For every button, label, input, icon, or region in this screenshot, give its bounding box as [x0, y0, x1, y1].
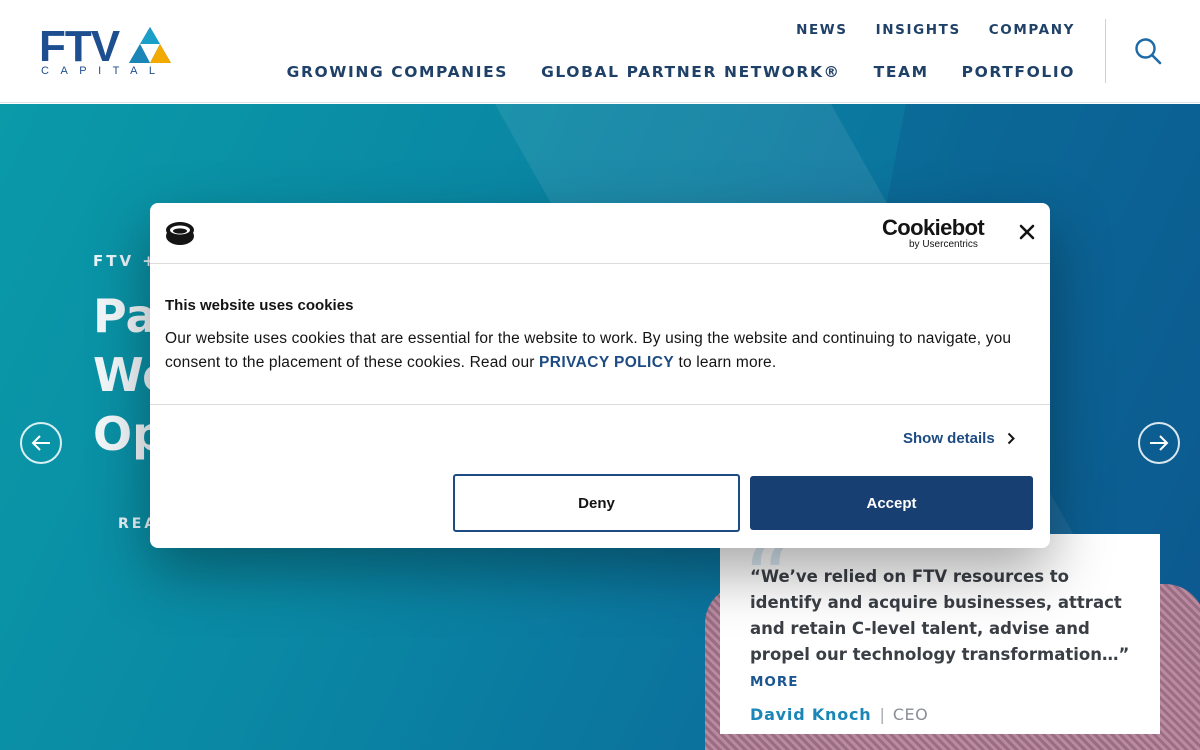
cookie-divider [150, 404, 1050, 405]
author-name: David Knoch [750, 705, 872, 724]
arrow-left-icon [31, 435, 50, 451]
logo-letters: FTV [39, 22, 120, 71]
cookie-dialog-header: Cookiebot by Usercentrics [150, 203, 1050, 264]
show-details-label: Show details [903, 430, 995, 447]
nav-portfolio[interactable]: PORTFOLIO [962, 63, 1075, 81]
author-separator: | [879, 705, 885, 724]
close-icon[interactable] [1016, 221, 1038, 243]
nav-company[interactable]: COMPANY [989, 22, 1075, 38]
site-header: FTV CAPITAL NEWS INSIGHTS COMPANY GROWIN… [0, 0, 1200, 103]
testimonial-text: “We’ve relied on FTV resources to identi… [750, 567, 1130, 664]
privacy-policy-link[interactable]: PRIVACY POLICY [539, 354, 674, 371]
carousel-next-button[interactable] [1138, 422, 1180, 464]
cookiebot-brand: Cookiebot [882, 215, 985, 240]
carousel-prev-button[interactable] [20, 422, 62, 464]
cookie-dialog-title: This website uses cookies [165, 297, 354, 314]
ftv-capital-logo[interactable]: FTV CAPITAL [39, 25, 173, 81]
nav-divider [1105, 19, 1106, 83]
arrow-right-icon [1150, 435, 1169, 451]
cookiebot-logo: Cookiebot by Usercentrics [882, 215, 986, 251]
hero-eyebrow: FTV + [93, 252, 158, 270]
testimonial-quote: “We’ve relied on FTV resources to identi… [750, 564, 1130, 695]
logo-subtitle: CAPITAL [41, 65, 167, 77]
nav-news[interactable]: NEWS [796, 22, 848, 38]
cookie-icon [166, 222, 194, 245]
nav-insights[interactable]: INSIGHTS [876, 22, 961, 38]
cookiebot-subbrand: by Usercentrics [909, 239, 978, 250]
cookie-dialog-body: Our website uses cookies that are essent… [165, 327, 1040, 375]
nav-global-partner-network[interactable]: GLOBAL PARTNER NETWORK® [541, 63, 841, 81]
testimonial-more-link[interactable]: MORE [750, 674, 799, 690]
testimonial-card: “ “We’ve relied on FTV resources to iden… [720, 532, 1160, 734]
show-details-button[interactable]: Show details [903, 430, 1015, 447]
nav-growing-companies[interactable]: GROWING COMPANIES [287, 63, 508, 81]
utility-nav: NEWS INSIGHTS COMPANY [796, 22, 1075, 38]
search-icon[interactable] [1133, 36, 1163, 66]
cookie-body-text-end: to learn more. [674, 354, 777, 371]
testimonial-author: David Knoch | CEO [750, 705, 1130, 724]
chevron-right-icon [1007, 432, 1015, 445]
logo-mark-icon [129, 27, 171, 63]
nav-team[interactable]: TEAM [874, 63, 929, 81]
cookie-consent-dialog: Cookiebot by Usercentrics This website u… [150, 203, 1050, 548]
author-role: CEO [892, 705, 929, 724]
accept-button[interactable]: Accept [750, 476, 1033, 530]
deny-button[interactable]: Deny [453, 474, 740, 532]
main-nav: GROWING COMPANIES GLOBAL PARTNER NETWORK… [287, 63, 1075, 81]
